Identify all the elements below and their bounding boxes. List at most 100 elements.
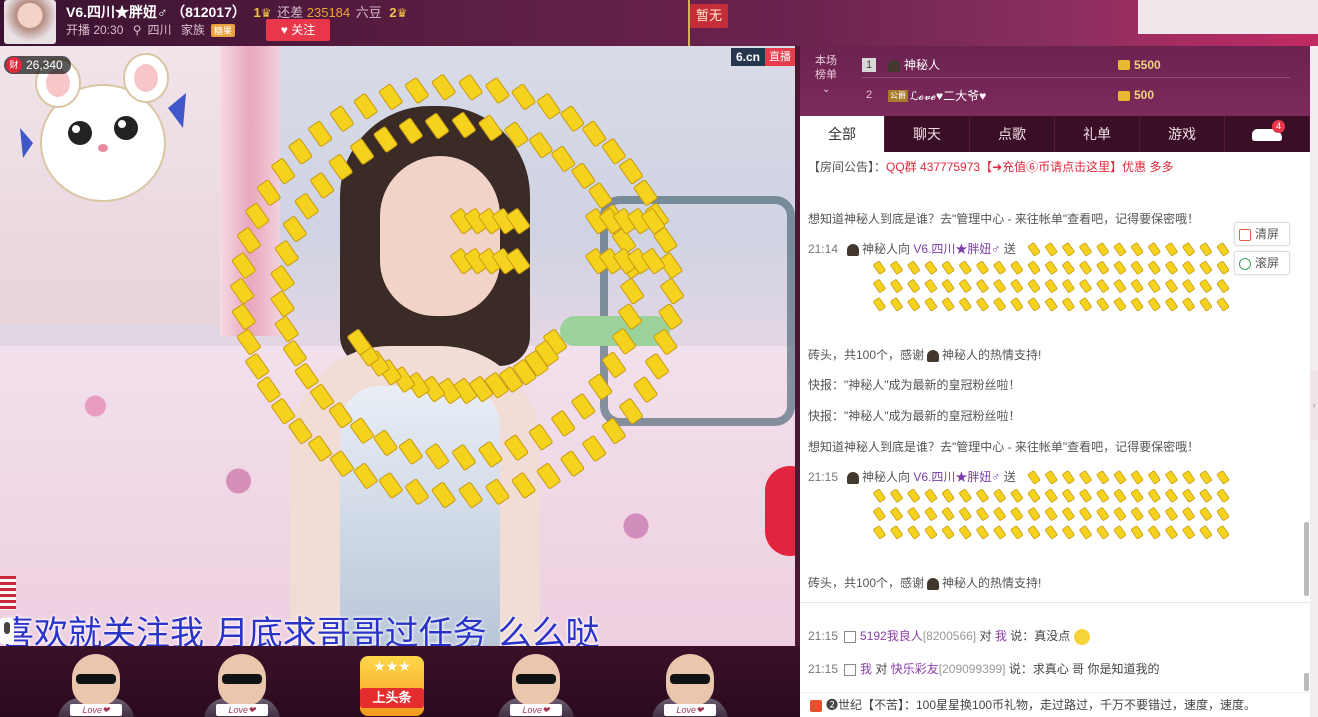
- brick-icon: [1131, 297, 1144, 311]
- headline-button[interactable]: ★★★ 上头条: [356, 654, 432, 717]
- rank-row[interactable]: 1 神秘人 5500: [862, 52, 1290, 78]
- brick-icon: [308, 120, 332, 147]
- tab-games[interactable]: 游戏: [1140, 116, 1225, 152]
- brick-icon: [959, 507, 972, 521]
- mystery-user-icon: [927, 577, 940, 590]
- anchor-avatar[interactable]: [4, 0, 56, 44]
- brick-icon: [907, 261, 920, 275]
- brick-icon: [1045, 279, 1058, 293]
- brick-icon: [993, 489, 1006, 503]
- rank-user: 公爵 ℒ𝓸𝓿𝓮♥二大爷♥: [888, 87, 1118, 104]
- msg-user[interactable]: 我: [860, 662, 872, 676]
- live-time: 开播 20:30: [66, 23, 124, 37]
- tab-chat[interactable]: 聊天: [885, 116, 970, 152]
- brick-icon: [1113, 242, 1127, 256]
- tab-song-request[interactable]: 点歌: [970, 116, 1055, 152]
- heart-icon: ♥: [280, 23, 292, 37]
- brick-icon: [1010, 297, 1023, 311]
- follow-button[interactable]: ♥ 关注: [266, 19, 330, 41]
- msg-target[interactable]: 我: [995, 629, 1007, 643]
- microphone-icon[interactable]: [0, 618, 14, 644]
- gift-slot[interactable]: Love❤: [652, 654, 728, 717]
- msg-user[interactable]: 5192我良人: [860, 629, 923, 643]
- tab-all[interactable]: 全部: [800, 116, 885, 152]
- brick-icon: [959, 489, 972, 503]
- family-badge[interactable]: 糖果: [210, 24, 235, 37]
- brick-icon: [1216, 261, 1230, 275]
- broadcast-bar[interactable]: ❷世纪【不苦】：100星星换100币礼物，走过路过，千万不要错过，速度，速度。: [800, 692, 1310, 717]
- trash-icon: [1239, 228, 1251, 241]
- gift-slot[interactable]: Love❤: [204, 654, 280, 717]
- private-chat[interactable]: 21:15 5192我良人[8200566] 对 我 说：真没点 21:15 我 对…: [800, 602, 1310, 692]
- brick-icon: [1045, 525, 1058, 539]
- brick-icon: [1216, 525, 1230, 539]
- family-label: 家族: [180, 23, 205, 37]
- gift-summary-b: 神秘人的热情支持!: [942, 576, 1042, 590]
- brick-icon: [993, 261, 1006, 275]
- brick-icon: [1216, 242, 1230, 256]
- tab-cars[interactable]: 4: [1225, 116, 1310, 152]
- brick-icon: [485, 77, 510, 104]
- brick-icon: [942, 297, 955, 311]
- rank-user-name: 神秘人: [904, 58, 941, 72]
- brick-icon: [1182, 470, 1195, 484]
- brick-icon: [1010, 489, 1023, 503]
- brick-icon: [873, 489, 886, 503]
- brick-icon: [1131, 507, 1144, 521]
- public-chat[interactable]: 【房间公告】：QQ群 437775973【➜充值⑥币请点击这里】优惠 多多 想知…: [800, 152, 1310, 602]
- brick-icon: [1148, 242, 1161, 256]
- love-label: Love❤: [216, 704, 268, 716]
- private-chat-scrollbar[interactable]: [1304, 673, 1309, 691]
- anchor-name[interactable]: V6.四川★胖妞♂: [66, 4, 168, 20]
- gift-slot[interactable]: Love❤: [58, 654, 134, 717]
- msg-text: 说：真没点: [1010, 629, 1071, 643]
- msg-time: 21:15: [808, 629, 839, 643]
- brick-icon: [1199, 470, 1212, 484]
- brick-icon: [1045, 470, 1058, 484]
- flash-news: 快报："神秘人"成为最新的皇冠粉丝啦！: [808, 409, 1021, 423]
- brick-icon: [1131, 470, 1144, 484]
- flag-text: 暂无: [690, 4, 728, 28]
- viewer-count: 财 26,340: [4, 56, 71, 74]
- rank-title[interactable]: 本场 榜单: [806, 54, 846, 82]
- headline-label: 上头条: [360, 688, 424, 708]
- brick-icon: [976, 525, 989, 539]
- msg-to: 对: [979, 629, 992, 643]
- brick-icon: [1113, 489, 1127, 503]
- brick-icon: [1199, 297, 1212, 311]
- noble-badge: 公爵: [888, 90, 908, 103]
- brick-icon: [993, 507, 1006, 521]
- brick-icon: [1148, 525, 1161, 539]
- brick-icon: [1079, 489, 1092, 503]
- auto-scroll-button[interactable]: 滚屏: [1234, 251, 1290, 275]
- broadcast-text: ❷世纪【不苦】：100星星换100币礼物，走过路过，千万不要错过，速度，速度。: [826, 698, 1257, 712]
- notice-body[interactable]: QQ群 437775973【➜充值⑥币请点击这里】优惠 多多: [886, 160, 1173, 174]
- current-level: 1: [253, 5, 261, 20]
- brick-icon: [1113, 470, 1127, 484]
- gift-summary-b: 神秘人的热情支持!: [942, 348, 1042, 362]
- video-player[interactable]: 财 26,340 6.cn 直播 喜欢就关注我 月底求哥哥过任务 么么哒: [0, 46, 795, 646]
- viewer-count-value: 26,340: [26, 58, 63, 72]
- brick-icon: [282, 216, 307, 242]
- brick-icon: [1096, 525, 1109, 539]
- rank-row[interactable]: 2 公爵 ℒ𝓸𝓿𝓮♥二大爷♥ 500: [862, 82, 1290, 108]
- brick-icon: [1165, 507, 1178, 521]
- rank-coins: 500: [1118, 88, 1154, 102]
- mini-notification[interactable]: [1138, 0, 1318, 34]
- side-collapse-handle[interactable]: ›: [1310, 370, 1318, 440]
- tab-gift-list[interactable]: 礼单: [1055, 116, 1140, 152]
- brick-icon: [873, 507, 886, 521]
- gift-slot[interactable]: Love❤: [498, 654, 574, 717]
- brick-icon: [959, 261, 972, 275]
- chevron-down-icon[interactable]: ⌄: [822, 84, 830, 95]
- video-curtain: [220, 46, 280, 336]
- brick-icon: [907, 525, 920, 539]
- system-tip: 想知道神秘人到底是谁？去"管理中心 - 来往帐单"查看吧，记得要保密哦！: [808, 440, 1200, 454]
- chat-scrollbar[interactable]: [1304, 522, 1309, 596]
- gift-bar: Love❤ Love❤ ★★★ 上头条 Love❤ Love❤: [0, 646, 800, 717]
- msg-target[interactable]: 快乐彩友: [891, 662, 939, 676]
- brick-icon: [907, 489, 920, 503]
- brick-icon: [1096, 489, 1109, 503]
- clear-screen-button[interactable]: 清屏: [1234, 222, 1290, 246]
- brick-icon: [511, 84, 536, 110]
